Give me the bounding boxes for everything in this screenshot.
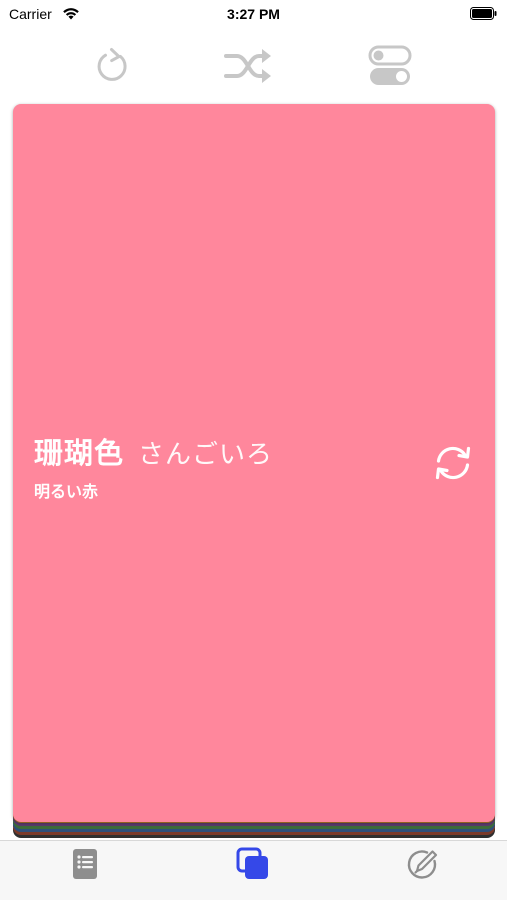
toolbar [0,40,507,92]
status-bar: Carrier 3:27 PM [0,0,507,28]
tab-cards[interactable] [223,841,283,887]
reload-button[interactable] [87,40,139,92]
tab-list[interactable] [55,841,115,887]
color-card[interactable]: 珊瑚色 さんごいろ 明るい赤 [13,104,495,822]
flip-card-button[interactable] [431,441,475,485]
card-text: 珊瑚色 さんごいろ 明るい赤 [34,430,273,502]
battery-icon [470,7,497,20]
shuffle-button[interactable] [223,40,275,92]
list-icon [73,849,97,879]
edit-icon [407,850,438,879]
toggle-settings-button[interactable] [364,40,416,92]
reload-icon [97,48,127,81]
color-description: 明るい赤 [34,482,99,501]
flip-icon [435,446,471,480]
color-name-reading: さんごいろ [138,440,274,470]
tab-bar [0,840,507,900]
color-name-row: 珊瑚色 さんごいろ [34,430,273,472]
screen: Carrier 3:27 PM 珊瑚色 さんごいろ 明るい赤 [0,0,507,900]
toggle-settings-icon [368,45,412,85]
tab-edit[interactable] [392,841,452,887]
cards-icon [236,847,268,879]
card-stack: 珊瑚色 さんごいろ 明るい赤 [11,104,497,840]
color-name-kanji: 珊瑚色 [34,436,125,470]
status-time: 3:27 PM [227,6,280,22]
shuffle-icon [224,49,271,83]
